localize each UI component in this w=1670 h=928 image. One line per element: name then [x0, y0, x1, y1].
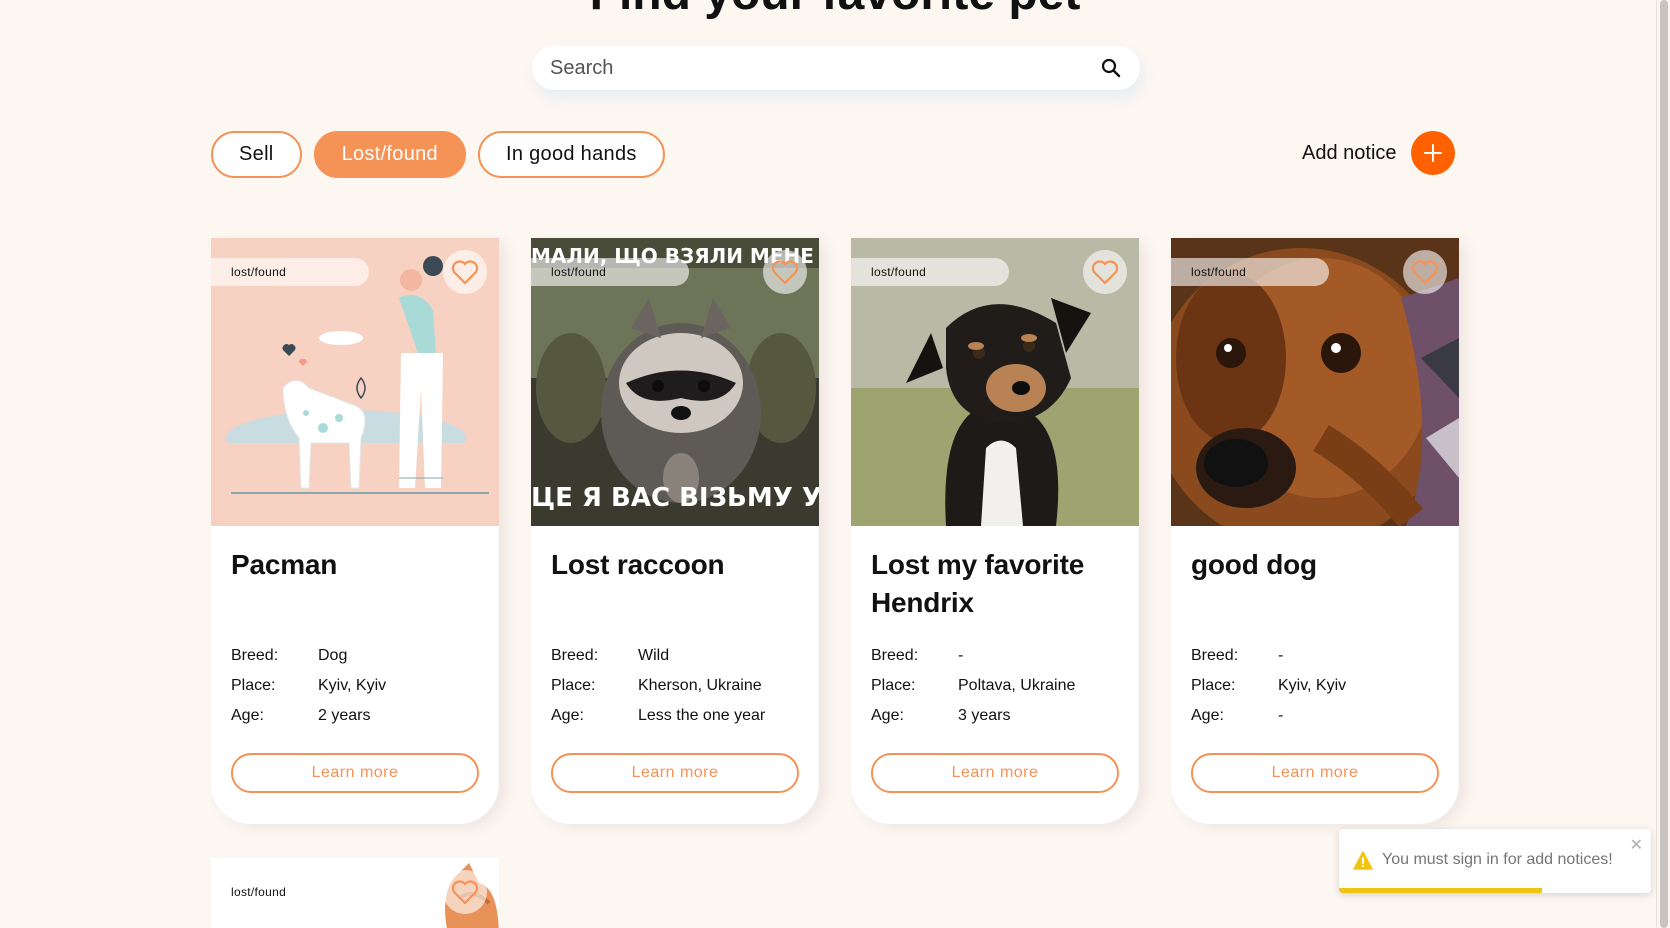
pet-title: Lost my favorite Hendrix — [871, 549, 1085, 618]
breed-value: Wild — [638, 647, 670, 664]
page-title: Find your favorite pet — [0, 0, 1670, 21]
pet-card: МАЛИ, ЩО ВЗЯЛИ МЕНЕ В ПО ЦЕ Я ВАС ВІЗЬМУ… — [531, 238, 819, 824]
image-caption-bottom: ЦЕ Я ВАС ВІЗЬМУ У ПО — [531, 483, 819, 513]
age-label: Age: — [871, 707, 904, 724]
breed-label: Breed: — [1191, 647, 1239, 664]
search-icon[interactable] — [1100, 57, 1122, 79]
toast-notification: You must sign in for add notices! ✕ — [1339, 829, 1651, 893]
category-badge: lost/found — [851, 258, 1009, 286]
scrollbar[interactable] — [1656, 0, 1670, 928]
age-label: Age: — [551, 707, 584, 724]
search-input[interactable] — [550, 56, 1100, 80]
pet-card: lost/found — [211, 858, 499, 928]
add-notice-button[interactable]: Add notice — [1302, 131, 1455, 175]
pet-info: Breed: - Place: Kyiv, Kyiv Age: - — [1191, 641, 1346, 731]
learn-more-button[interactable]: Learn more — [551, 753, 799, 793]
heart-icon[interactable] — [763, 250, 807, 294]
age-value: - — [1278, 707, 1284, 724]
place-label: Place: — [871, 677, 916, 694]
place-value: Kherson, Ukraine — [638, 677, 762, 694]
pet-image: lost/found — [1171, 238, 1459, 526]
age-value: Less the one year — [638, 707, 766, 724]
place-label: Place: — [1191, 677, 1236, 694]
add-notice-label: Add notice — [1302, 141, 1397, 164]
breed-label: Breed: — [871, 647, 919, 664]
heart-icon[interactable] — [1403, 250, 1447, 294]
learn-more-button[interactable]: Learn more — [1191, 753, 1439, 793]
toast-message: You must sign in for add notices! — [1382, 851, 1613, 868]
breed-label: Breed: — [551, 647, 599, 664]
category-badge: lost/found — [531, 258, 689, 286]
place-label: Place: — [231, 677, 276, 694]
toast-progress-bar — [1339, 888, 1542, 893]
filter-bar: Sell Lost/found In good hands — [211, 131, 665, 178]
close-icon[interactable]: ✕ — [1630, 835, 1643, 855]
place-value: Kyiv, Kyiv — [318, 677, 387, 694]
category-badge: lost/found — [211, 878, 369, 906]
warning-icon — [1353, 851, 1373, 870]
pet-card: lost/found Lost my favorite Hendrix Bree… — [851, 238, 1139, 824]
pet-card: lost/found Pacman Breed: Dog Place: Kyiv, … — [211, 238, 499, 824]
place-value: Kyiv, Kyiv — [1278, 677, 1347, 694]
age-label: Age: — [1191, 707, 1224, 724]
heart-icon[interactable] — [1083, 250, 1127, 294]
place-value: Poltava, Ukraine — [958, 677, 1076, 694]
pet-image: МАЛИ, ЩО ВЗЯЛИ МЕНЕ В ПО ЦЕ Я ВАС ВІЗЬМУ… — [531, 238, 819, 526]
pet-info: Breed: Dog Place: Kyiv, Kyiv Age: 2 years — [231, 641, 386, 731]
pet-title: Pacman — [231, 549, 338, 580]
pet-image: lost/found — [211, 238, 499, 526]
pet-card: lost/found good dog Breed: - Place: Kyiv, … — [1171, 238, 1459, 824]
plus-icon[interactable] — [1410, 131, 1455, 175]
pet-title: good dog — [1191, 549, 1317, 580]
filter-in-good-hands-button[interactable]: In good hands — [477, 131, 665, 178]
breed-value: - — [1278, 647, 1284, 664]
pet-info: Breed: Wild Place: Kherson, Ukraine Age: Le… — [551, 641, 765, 731]
filter-lost-found-button[interactable]: Lost/found — [313, 131, 466, 178]
learn-more-button[interactable]: Learn more — [231, 753, 479, 793]
category-badge: lost/found — [211, 258, 369, 286]
heart-icon[interactable] — [443, 250, 487, 294]
scrollbar-thumb[interactable] — [1660, 0, 1668, 928]
search-bar — [532, 46, 1140, 90]
heart-icon[interactable] — [443, 870, 487, 914]
age-value: 2 years — [318, 707, 371, 724]
breed-label: Breed: — [231, 647, 279, 664]
breed-value: - — [958, 647, 964, 664]
breed-value: Dog — [318, 647, 348, 664]
age-value: 3 years — [958, 707, 1011, 724]
age-label: Age: — [231, 707, 264, 724]
filter-sell-button[interactable]: Sell — [211, 131, 302, 178]
category-badge: lost/found — [1171, 258, 1329, 286]
place-label: Place: — [551, 677, 596, 694]
pet-title: Lost raccoon — [551, 549, 725, 580]
learn-more-button[interactable]: Learn more — [871, 753, 1119, 793]
pet-image: lost/found — [851, 238, 1139, 526]
pet-info: Breed: - Place: Poltava, Ukraine Age: 3 yea… — [871, 641, 1075, 731]
